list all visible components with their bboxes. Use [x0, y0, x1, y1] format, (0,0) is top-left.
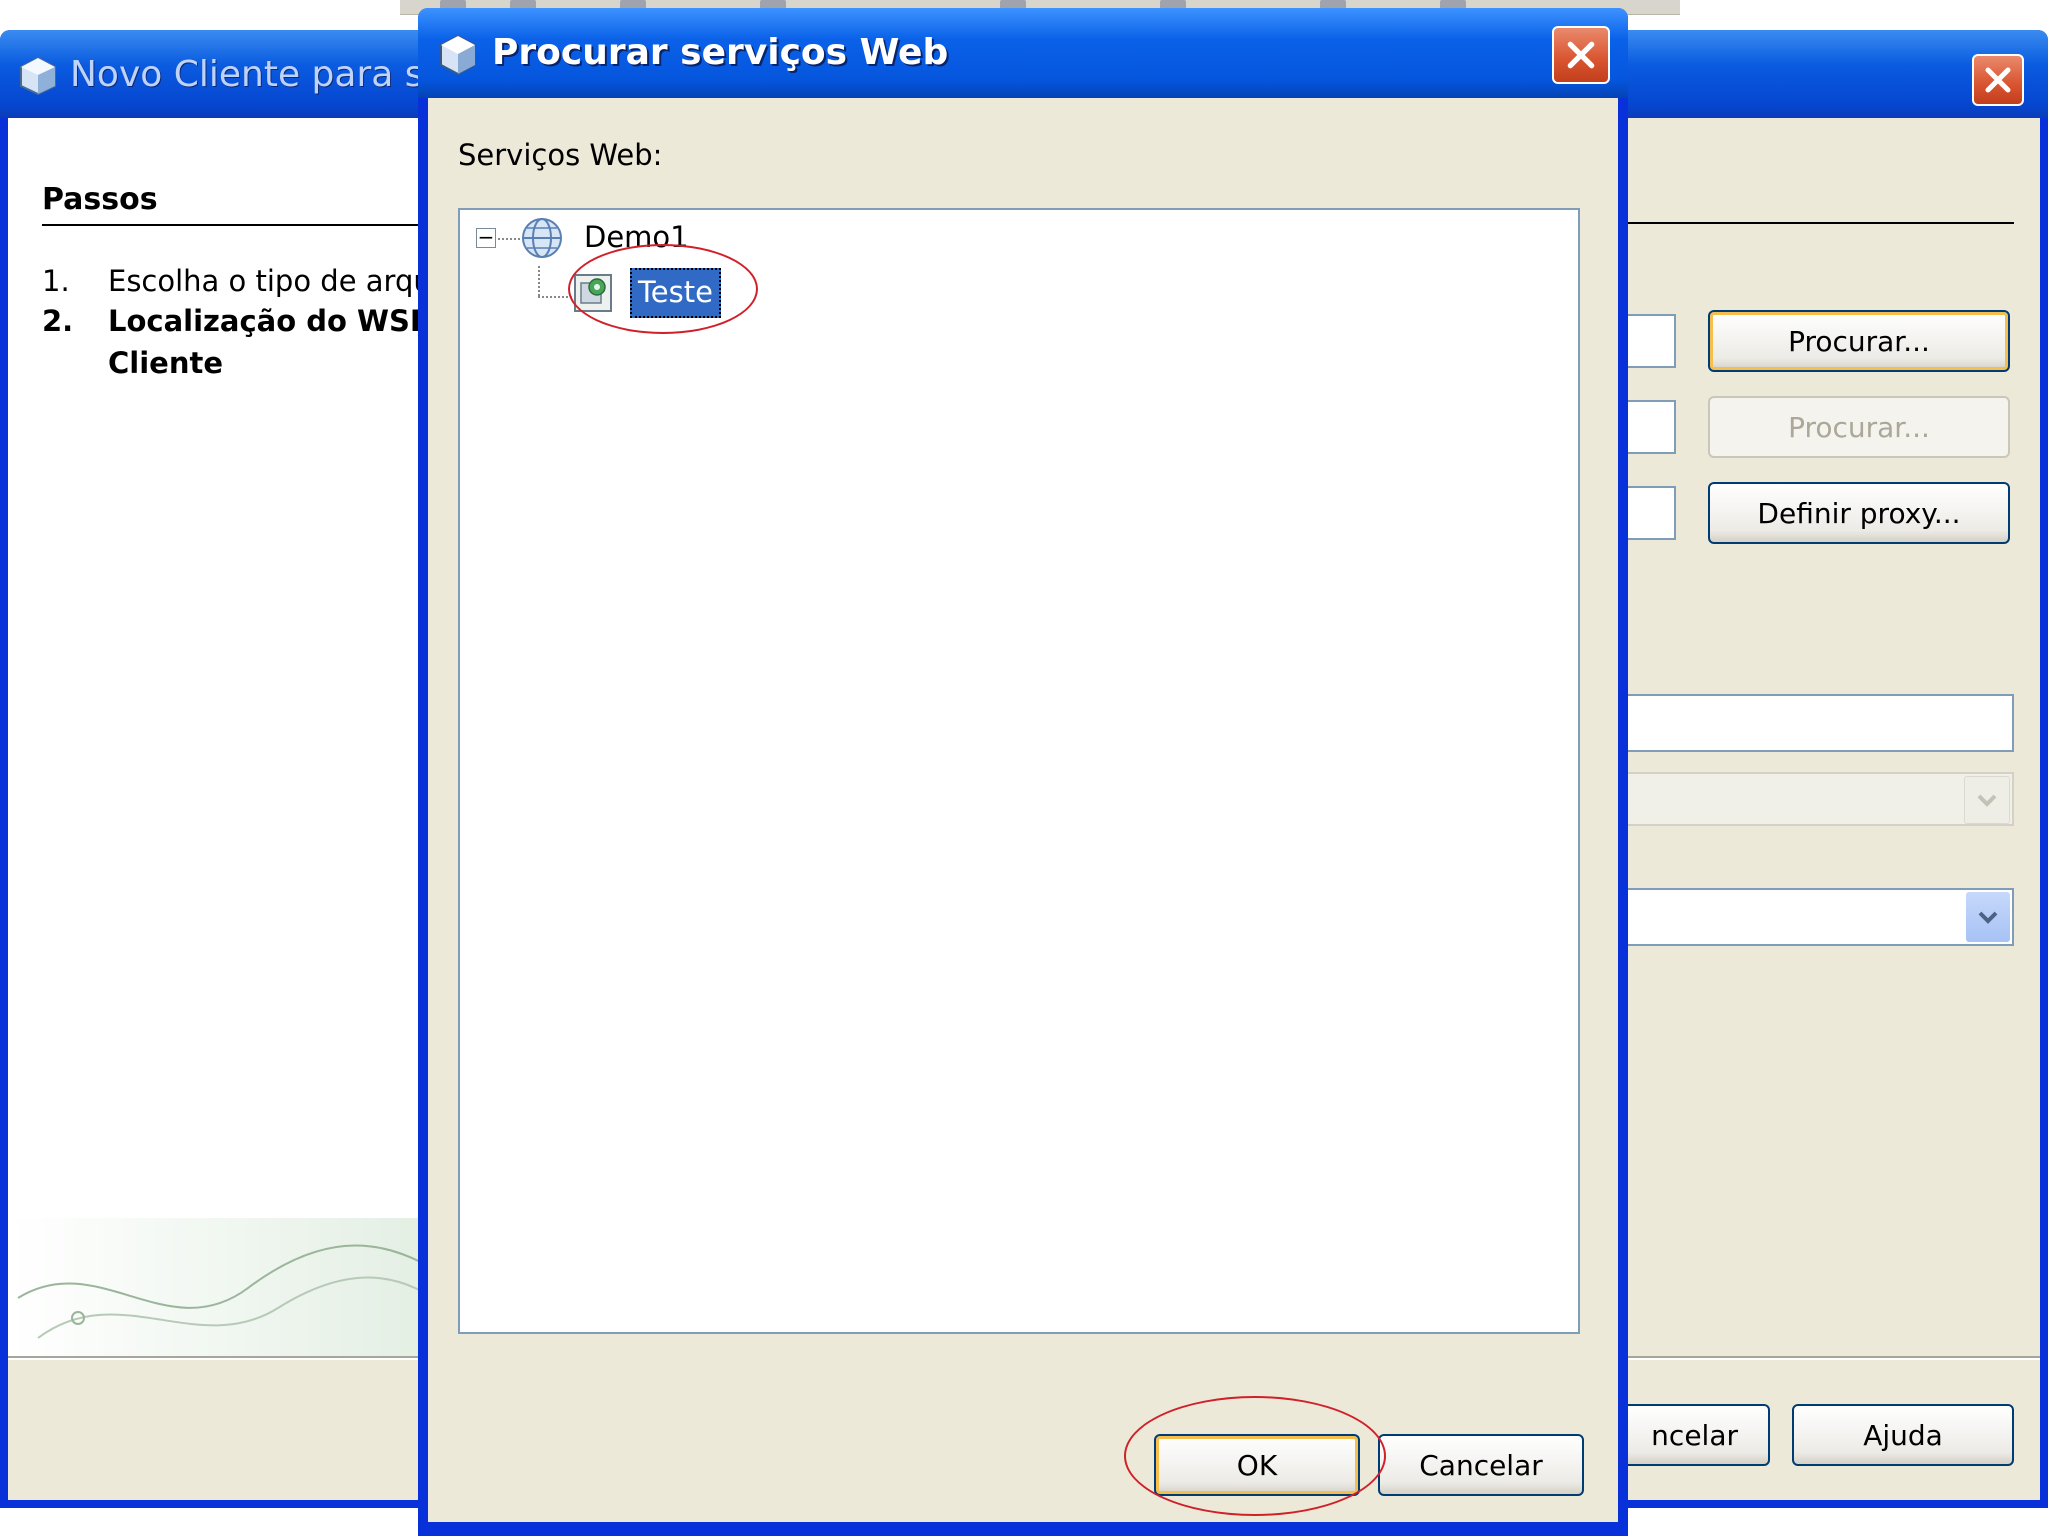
proxy-field[interactable]	[1628, 486, 1676, 540]
ok-button[interactable]: OK	[1154, 1434, 1360, 1496]
browse-button-2: Procurar...	[1708, 396, 2010, 458]
browse-button-1[interactable]: Procurar...	[1708, 310, 2010, 372]
wsdl-file-field[interactable]	[1628, 314, 1676, 368]
dialog-titlebar: Procurar serviços Web	[418, 8, 1628, 98]
web-service-icon	[574, 274, 612, 312]
chevron-down-icon	[1978, 911, 1998, 924]
tree-connector	[538, 266, 540, 296]
disabled-combo	[1628, 772, 2014, 826]
browse-web-services-dialog: Procurar serviços Web Serviços Web: − De…	[418, 8, 1628, 1528]
collapse-toggle[interactable]: −	[476, 227, 496, 248]
steps-heading: Passos	[42, 182, 158, 217]
dialog-body: Serviços Web: − Demo1 Teste OK Cancelar	[428, 98, 1618, 1528]
package-field[interactable]	[1628, 694, 2014, 752]
tree-node-demo1[interactable]: Demo1	[584, 220, 689, 254]
steps-divider	[42, 224, 448, 226]
combo-arrow	[1964, 776, 2010, 824]
step-label: Localização do WSD	[108, 304, 434, 338]
client-style-combo[interactable]	[1628, 888, 2014, 946]
step-label: Escolha o tipo de arqui	[108, 264, 440, 298]
dialog-bottom-border	[418, 1522, 1628, 1536]
steps-panel: Passos 1. Escolha o tipo de arqui 2. Local…	[8, 118, 448, 1356]
header-divider	[1628, 222, 2014, 224]
cube-icon	[440, 34, 476, 76]
step-2: 2. Localização do WSD	[42, 304, 434, 338]
cancel-button[interactable]: Cancelar	[1378, 1434, 1584, 1496]
decorative-swirl	[8, 1218, 448, 1356]
help-button[interactable]: Ajuda	[1792, 1404, 2014, 1466]
globe-icon	[522, 218, 562, 258]
combo-arrow[interactable]	[1966, 892, 2010, 942]
step-1: 1. Escolha o tipo de arqui	[42, 264, 440, 298]
parent-window-title: Novo Cliente para se	[70, 54, 446, 95]
tree-node-teste[interactable]: Teste	[630, 268, 721, 318]
step-number: 1.	[42, 264, 70, 298]
web-services-label: Serviços Web:	[458, 138, 663, 172]
tree-connector	[498, 238, 520, 240]
step-2-continuation: Cliente	[108, 346, 224, 380]
cube-icon	[20, 56, 56, 96]
parent-close-button[interactable]	[1972, 54, 2024, 106]
tree-connector	[538, 296, 572, 298]
close-icon	[1985, 67, 2011, 93]
step-number: 2.	[42, 304, 74, 338]
chevron-down-icon	[1977, 794, 1997, 807]
dialog-close-button[interactable]	[1552, 26, 1610, 84]
close-icon	[1567, 41, 1595, 69]
web-services-tree[interactable]: − Demo1 Teste	[458, 208, 1580, 1334]
wsdl-url-field[interactable]	[1628, 400, 1676, 454]
dialog-title: Procurar serviços Web	[492, 32, 949, 73]
set-proxy-button[interactable]: Definir proxy...	[1708, 482, 2010, 544]
